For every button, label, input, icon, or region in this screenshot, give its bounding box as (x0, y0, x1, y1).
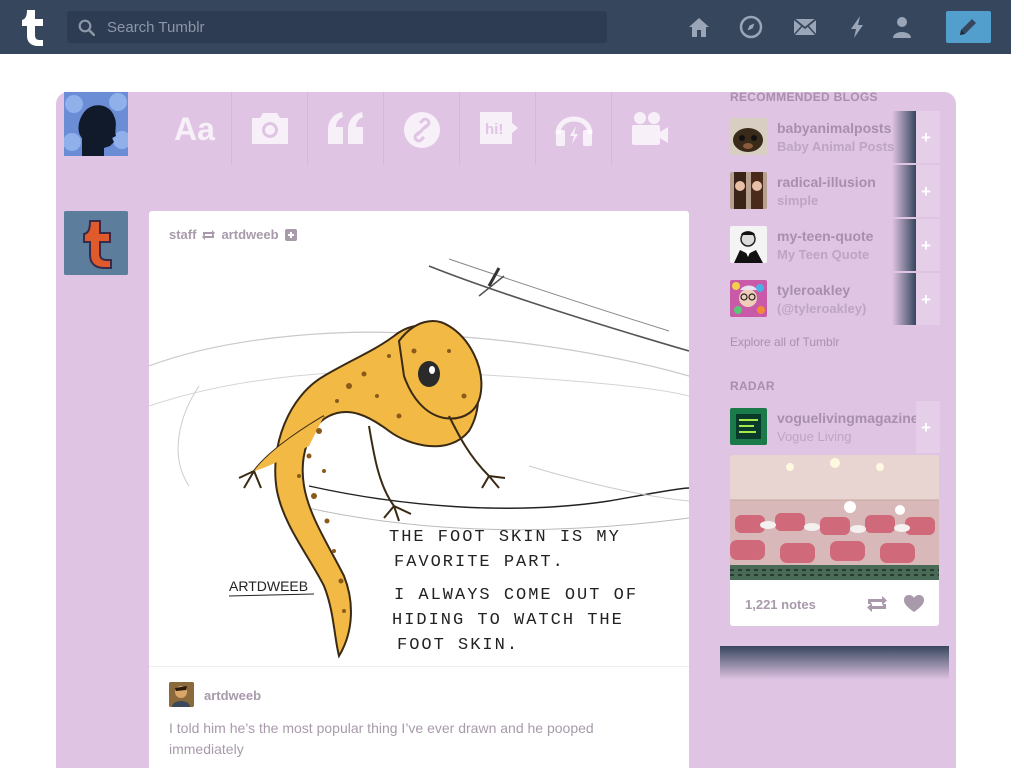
top-nav-bar (0, 0, 1011, 54)
post-type-audio[interactable] (536, 92, 612, 164)
account-person-icon[interactable] (890, 15, 914, 39)
svg-text:I ALWAYS COME OUT OF: I ALWAYS COME OUT OF (394, 586, 638, 605)
follow-button[interactable]: + (916, 273, 940, 325)
blog-title: Vogue Living (777, 429, 852, 444)
blog-avatar (730, 172, 767, 209)
post-image-gecko-drawing[interactable]: ARTDWEEB THE FOOT SKIN IS MY FAVORITE PA… (149, 256, 689, 666)
post-card: staff artdweeb ARTDWEEB THE FOOT SKIN IS… (149, 211, 689, 768)
home-icon[interactable] (687, 15, 711, 39)
activity-lightning-icon[interactable] (845, 15, 869, 39)
search-box[interactable] (67, 11, 607, 43)
caption-author-avatar[interactable] (169, 682, 194, 707)
sidebar-bottom-fade (720, 646, 949, 680)
svg-text:Aa: Aa (174, 111, 215, 146)
post-header: staff artdweeb (169, 227, 297, 242)
radar-blog-item[interactable]: voguelivingmagazine Vogue Living + (730, 401, 940, 453)
svg-text:FAVORITE PART.: FAVORITE PART. (394, 553, 565, 572)
blog-title: (@tyleroakley) (777, 301, 867, 316)
link-icon (404, 112, 440, 148)
blog-name: tyleroakley (777, 282, 851, 298)
recommended-blogs-heading: RECOMMENDED BLOGS (730, 90, 878, 104)
follow-button[interactable]: + (916, 401, 940, 453)
chat-hi-icon: hi! (480, 112, 518, 144)
compose-post-button[interactable] (946, 11, 991, 43)
reblog-icon (202, 229, 216, 240)
radar-post-image[interactable] (730, 455, 939, 580)
search-input[interactable] (107, 11, 597, 43)
explore-compass-icon[interactable] (739, 15, 763, 39)
post-type-quote[interactable] (308, 92, 384, 164)
svg-text:hi!: hi! (485, 121, 503, 138)
camera-icon (252, 113, 288, 144)
recommended-blog-item[interactable]: babyanimalposts Baby Animal Posts + (730, 111, 940, 163)
blog-title: simple (777, 193, 819, 208)
recommended-blog-item[interactable]: tyleroakley (@tyleroakley) + (730, 273, 940, 325)
notes-count[interactable]: 1,221 notes (745, 597, 816, 612)
follow-plus-icon[interactable] (284, 228, 297, 241)
blog-avatar (730, 226, 767, 263)
recommended-blog-item[interactable]: my-teen-quote My Teen Quote + (730, 219, 940, 271)
blog-name: my-teen-quote (777, 228, 874, 244)
like-heart-icon[interactable] (904, 595, 924, 613)
follow-button[interactable]: + (916, 219, 940, 271)
tumblr-logo-icon[interactable] (16, 8, 50, 46)
svg-text:THE FOOT SKIN IS MY: THE FOOT SKIN IS MY (389, 528, 621, 547)
post-blog-name[interactable]: staff (169, 227, 196, 242)
explore-all-link[interactable]: Explore all of Tumblr (730, 335, 839, 349)
post-type-text[interactable]: Aa (156, 92, 232, 164)
caption-author-name[interactable]: artdweeb (204, 688, 261, 703)
video-camera-icon (632, 112, 668, 145)
blog-title: My Teen Quote (777, 247, 870, 262)
quote-icon (328, 112, 363, 144)
blog-name: voguelivingmagazine (777, 410, 919, 426)
blog-avatar (730, 280, 767, 317)
post-divider (149, 666, 689, 667)
blog-title: Baby Animal Posts (777, 139, 895, 154)
blog-avatar (730, 118, 767, 155)
svg-text:HIDING TO WATCH THE: HIDING TO WATCH THE (392, 611, 624, 630)
radar-post-card[interactable]: 1,221 notes (730, 455, 939, 626)
blog-avatar (730, 408, 767, 445)
post-type-toolbar: Aa hi! (156, 92, 688, 164)
follow-button[interactable]: + (916, 111, 940, 163)
pencil-icon (960, 19, 976, 35)
post-type-link[interactable] (384, 92, 460, 164)
post-type-video[interactable] (612, 92, 688, 164)
text-aa-icon: Aa (174, 111, 215, 146)
svg-text:FOOT SKIN.: FOOT SKIN. (397, 636, 519, 655)
reblog-icon[interactable] (866, 595, 888, 613)
post-caption: I told him he’s the most popular thing I… (169, 720, 594, 757)
user-avatar[interactable] (64, 92, 128, 156)
post-type-photo[interactable] (232, 92, 308, 164)
staff-blog-avatar[interactable] (64, 211, 128, 275)
inbox-mail-icon[interactable] (793, 15, 817, 39)
follow-button[interactable]: + (916, 165, 940, 217)
recommended-blog-item[interactable]: radical-illusion simple + (730, 165, 940, 217)
search-icon (78, 19, 95, 36)
blog-name: babyanimalposts (777, 120, 892, 136)
blog-name: radical-illusion (777, 174, 876, 190)
headphones-icon (555, 116, 593, 146)
reblogged-from-name[interactable]: artdweeb (221, 227, 278, 242)
svg-text:ARTDWEEB: ARTDWEEB (229, 578, 308, 594)
post-type-chat[interactable]: hi! (460, 92, 536, 164)
radar-heading: RADAR (730, 379, 775, 393)
